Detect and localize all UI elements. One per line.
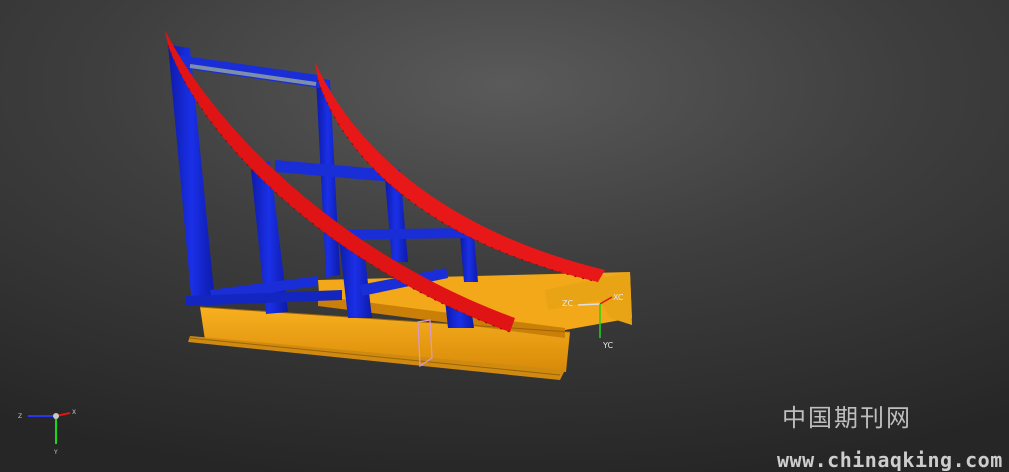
csys-yc-label: YC xyxy=(602,341,613,350)
triad-origin xyxy=(53,413,59,419)
view-triad[interactable]: Z X Y xyxy=(18,409,76,456)
frame-post-right xyxy=(460,235,478,282)
triad-z-label: Z xyxy=(18,413,22,420)
triad-y-label: Y xyxy=(53,449,58,456)
watermark-title: 中国期刊网 xyxy=(782,404,912,432)
csys-zc-label: ZC xyxy=(562,299,573,308)
watermark-url: www.chinaqking.com xyxy=(777,448,1003,472)
csys-zc-axis xyxy=(577,303,601,306)
triad-x-label: X xyxy=(72,409,76,416)
csys-xc-label: XC xyxy=(613,293,624,302)
